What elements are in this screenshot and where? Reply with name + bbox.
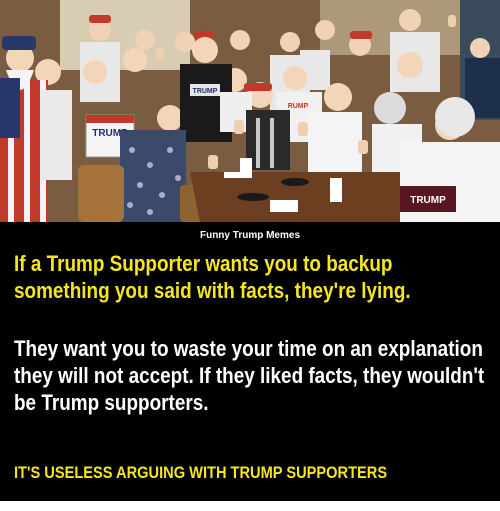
meme-image: TRUMP RUMP TRUMP TRUMP Funny Trump Memes… <box>0 0 500 511</box>
caption-panel: Funny Trump Memes If a Trump Supporter w… <box>0 222 500 501</box>
source-label: Funny Trump Memes <box>199 230 300 241</box>
campaign-sign-right: TRUMP <box>400 186 456 212</box>
sign-right-text: TRUMP <box>410 195 446 206</box>
svg-text:RUMP: RUMP <box>288 103 309 110</box>
group-photo: TRUMP RUMP TRUMP TRUMP <box>0 0 500 222</box>
body-text: They want you to waste your time on an e… <box>14 336 485 415</box>
shirt-sign-text: TRUMP <box>193 88 218 95</box>
conclusion-text: IT'S USELESS ARGUING WITH TRUMP SUPPORTE… <box>14 463 388 482</box>
group-photo-illustration: TRUMP RUMP TRUMP TRUMP <box>0 0 500 222</box>
headline-text: If a Trump Supporter wants you to backup… <box>14 251 411 303</box>
